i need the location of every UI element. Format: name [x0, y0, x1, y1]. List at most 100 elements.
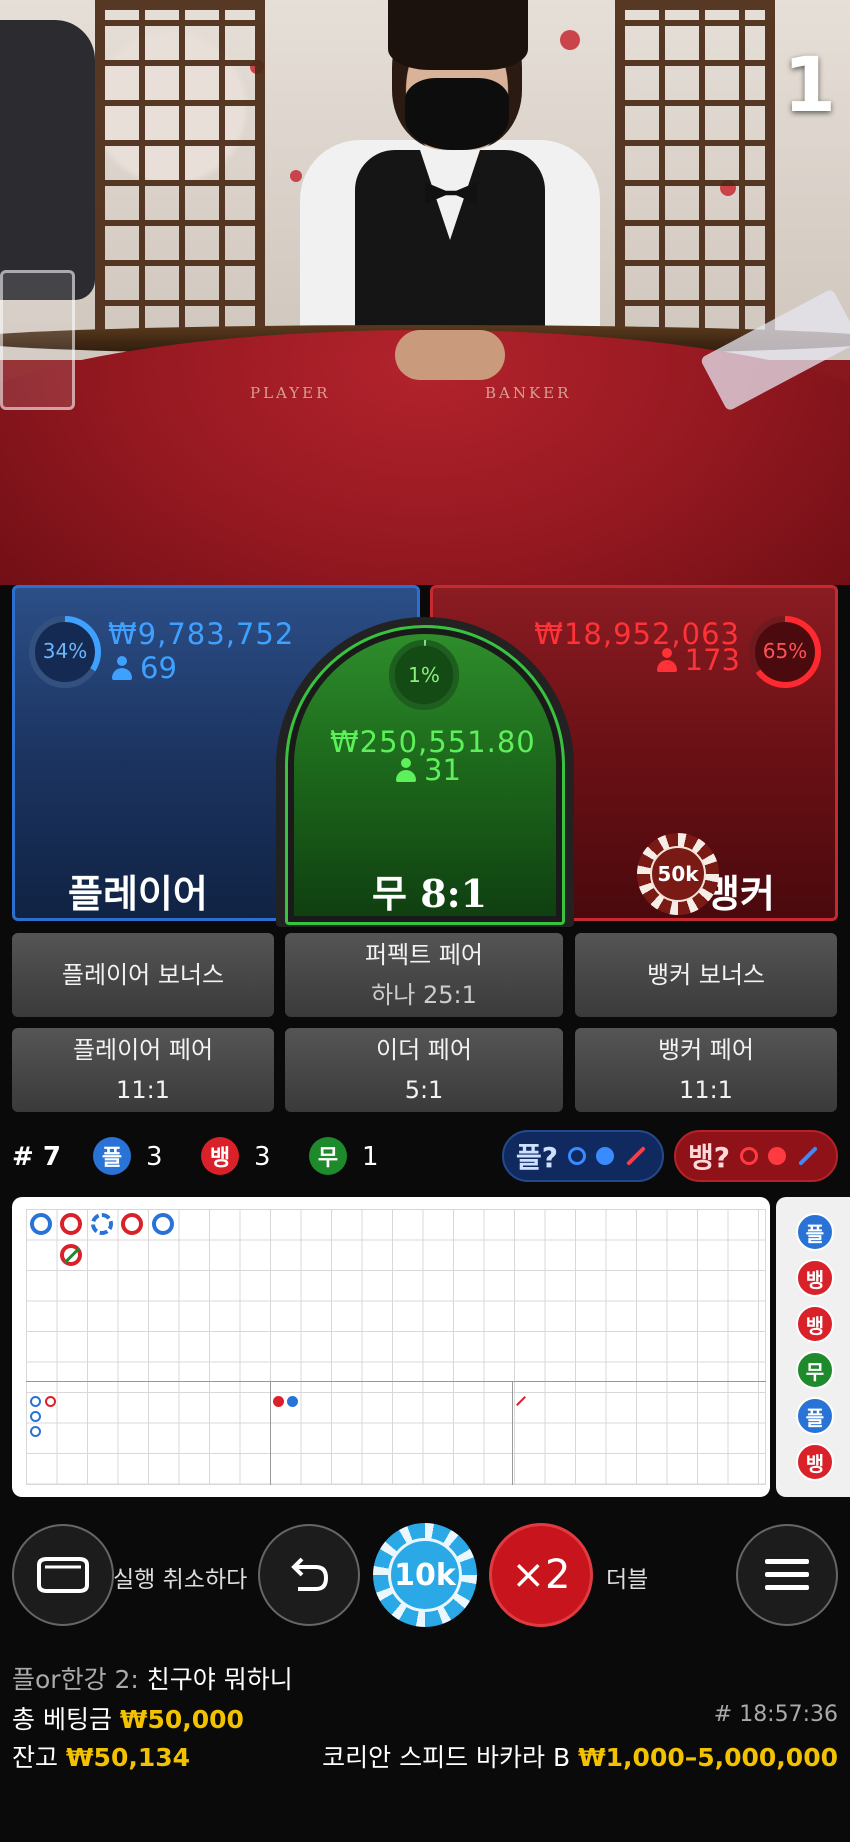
- chat-toggle-button[interactable]: [12, 1524, 114, 1626]
- roadmap-grid: [26, 1209, 766, 1485]
- player-bettor-count: 69: [112, 651, 177, 685]
- chip-selector[interactable]: 10k: [373, 1523, 477, 1627]
- player-bet-total: ₩9,783,752: [108, 617, 295, 651]
- menu-button[interactable]: [736, 1524, 838, 1626]
- side-bet-player-bonus[interactable]: 플레이어 보너스: [12, 933, 274, 1017]
- big-eye-icon: [568, 1147, 587, 1165]
- tie-bettors-value: 31: [424, 753, 461, 787]
- bigeye-player-mark: [30, 1426, 41, 1437]
- bigeye-banker-mark: [45, 1396, 56, 1407]
- side-bet-title: 플레이어 보너스: [61, 961, 225, 989]
- undo-button[interactable]: [258, 1524, 360, 1626]
- chat-message-line: 플or한강 2: 친구야 뭐하니: [12, 1660, 293, 1696]
- total-bet-label: 총 베팅금: [12, 1705, 112, 1734]
- small-road-icon: [596, 1147, 615, 1165]
- assistant-arm: [0, 20, 95, 300]
- dealer-mask: [405, 78, 509, 150]
- game-time: # 18:57:36: [713, 1702, 838, 1727]
- side-bet-banker-bonus[interactable]: 뱅커 보너스: [575, 933, 837, 1017]
- lattice-screen-right: [615, 0, 775, 350]
- dealer-hair: [388, 0, 528, 70]
- bead-banker: 뱅: [796, 1305, 834, 1343]
- player-bettors-value: 69: [140, 651, 177, 685]
- cockroach-icon: [798, 1146, 818, 1166]
- dealer-hands: [395, 330, 505, 380]
- banker-badge: 뱅: [201, 1137, 239, 1175]
- results-summary: # 7 플 3 뱅 3 무 1 플? 뱅?: [0, 1130, 850, 1182]
- side-bet-odds: 하나 25:1: [371, 981, 477, 1009]
- felt-player-text: PLAYER: [250, 384, 331, 402]
- round-number: 1: [783, 40, 836, 129]
- placed-chip: 50k: [637, 833, 719, 915]
- table-layout-icon: [37, 1557, 89, 1593]
- player-win-count: 3: [146, 1142, 163, 1172]
- smallroad-player-mark: [287, 1396, 298, 1407]
- tie-win-count: 1: [362, 1142, 379, 1172]
- banker-percent: 65%: [762, 639, 808, 663]
- balance-label: 잔고: [12, 1743, 59, 1772]
- roadmap-divider: [512, 1381, 513, 1485]
- blossom-decoration: [290, 170, 302, 182]
- round-count: # 7: [12, 1142, 61, 1172]
- bead-tie: 무: [796, 1351, 834, 1389]
- double-label: 더블: [606, 1567, 649, 1593]
- undo-icon: [291, 1557, 329, 1591]
- blossom-decoration: [560, 30, 580, 50]
- banker-bettors-value: 173: [684, 643, 740, 677]
- side-bet-either-pair[interactable]: 이더 페어 5:1: [285, 1028, 563, 1112]
- lattice-screen-left: [95, 0, 265, 350]
- side-bet-odds: 11:1: [679, 1076, 733, 1104]
- betting-area: 34% ₩9,783,752 69 플레이어 65% ₩18,952,063 1…: [0, 585, 850, 927]
- roadmap-divider: [270, 1381, 271, 1485]
- side-bet-title: 뱅커 페어: [658, 1036, 754, 1064]
- bigeye-player-mark: [30, 1396, 41, 1407]
- bead-banker: 뱅: [796, 1443, 834, 1481]
- total-bet-line: 총 베팅금 ₩50,000: [12, 1700, 244, 1736]
- side-bet-perfect-pair[interactable]: 퍼펙트 페어 하나 25:1: [285, 933, 563, 1017]
- side-bet-banker-pair[interactable]: 뱅커 페어 11:1: [575, 1028, 837, 1112]
- card-discard-box: [0, 270, 75, 410]
- bead-player: 플: [796, 1397, 834, 1435]
- balance-value: ₩50,134: [65, 1743, 191, 1772]
- table-limits: ₩1,000–5,000,000: [578, 1743, 838, 1772]
- road-banker-mark: [60, 1213, 82, 1235]
- table-name: 코리안 스피드 바카라 B: [322, 1743, 571, 1772]
- side-bet-player-pair[interactable]: 플레이어 페어 11:1: [12, 1028, 274, 1112]
- scoreboard-roadmap[interactable]: [12, 1197, 770, 1497]
- road-player-mark: [152, 1213, 174, 1235]
- tie-label: 무 8:1: [372, 871, 488, 916]
- road-banker-mark: [121, 1213, 143, 1235]
- big-eye-icon: [740, 1147, 759, 1165]
- banker-win-count: 3: [254, 1142, 271, 1172]
- cockroach-icon: [626, 1146, 646, 1166]
- smallroad-banker-mark: [273, 1396, 284, 1407]
- balance-line: 잔고 ₩50,134: [12, 1738, 190, 1774]
- bead-player: 플: [796, 1213, 834, 1251]
- undo-label: 실행 취소하다: [113, 1567, 248, 1593]
- side-bet-title: 퍼펙트 페어: [364, 941, 484, 969]
- table-info-line: 코리안 스피드 바카라 B ₩1,000–5,000,000: [322, 1738, 838, 1774]
- side-bet-title: 플레이어 페어: [72, 1036, 214, 1064]
- felt-banker-text: BANKER: [485, 384, 572, 402]
- side-bet-odds: 11:1: [116, 1076, 170, 1104]
- player-badge: 플: [93, 1137, 131, 1175]
- bead-banker: 뱅: [796, 1259, 834, 1297]
- banker-bettor-count: 173: [656, 643, 740, 677]
- road-player-mark: [91, 1213, 113, 1235]
- player-label: 플레이어: [68, 872, 208, 916]
- player-predict-button[interactable]: 플?: [502, 1130, 664, 1182]
- player-predict-label: 플?: [516, 1141, 559, 1174]
- hamburger-icon: [765, 1559, 809, 1590]
- banker-predict-label: 뱅?: [688, 1141, 731, 1174]
- side-bet-title: 뱅커 보너스: [646, 961, 766, 989]
- banker-predict-button[interactable]: 뱅?: [674, 1130, 838, 1182]
- chat-message: 친구야 뭐하니: [138, 1665, 293, 1694]
- tie-bettor-count: 31: [396, 753, 461, 787]
- double-button[interactable]: ×2: [489, 1523, 593, 1627]
- tie-badge: 무: [309, 1137, 347, 1175]
- side-bet-title: 이더 페어: [376, 1036, 472, 1064]
- small-road-icon: [768, 1147, 787, 1165]
- tie-percent: 1%: [408, 663, 440, 687]
- bead-road[interactable]: 플 뱅 뱅 무 플 뱅: [776, 1197, 850, 1497]
- person-icon: [656, 648, 677, 672]
